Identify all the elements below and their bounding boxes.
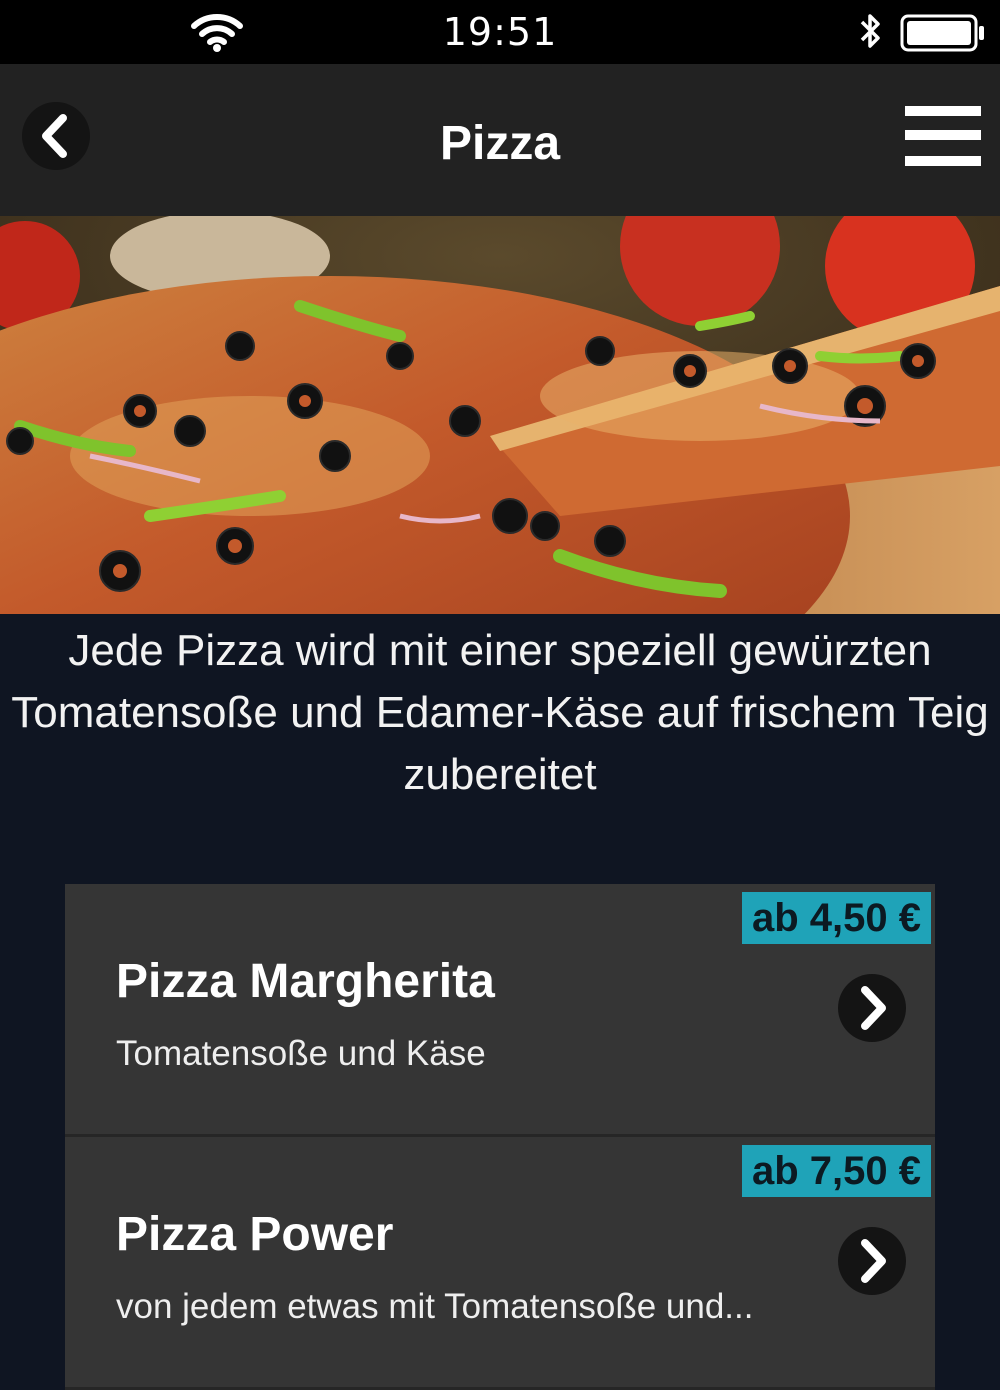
list-item[interactable]: ab 4,50 € Pizza Margherita Tomatensoße u… <box>65 884 935 1137</box>
status-time: 19:51 <box>442 10 558 54</box>
item-description: Tomatensoße und Käse <box>116 1034 486 1073</box>
hamburger-menu-icon <box>905 106 981 116</box>
chevron-right-icon <box>861 986 886 1030</box>
chevron-right-icon <box>861 1239 886 1283</box>
product-list: ab 4,50 € Pizza Margherita Tomatensoße u… <box>65 884 935 1390</box>
pizza-photo <box>0 216 1000 614</box>
nav-bar: Pizza <box>0 64 1000 216</box>
list-item[interactable]: ab 7,50 € Pizza Power von jedem etwas mi… <box>65 1137 935 1390</box>
item-description: von jedem etwas mit Tomatensoße und... <box>116 1287 754 1326</box>
page-title: Pizza <box>439 117 561 170</box>
price-badge: ab 4,50 € <box>741 892 931 944</box>
battery-icon <box>900 14 984 52</box>
item-detail-button[interactable] <box>838 1227 906 1295</box>
price-badge: ab 7,50 € <box>741 1145 931 1197</box>
item-title: Pizza Margherita <box>116 955 495 1008</box>
menu-button[interactable] <box>905 106 983 174</box>
item-detail-button[interactable] <box>838 974 906 1042</box>
intro-text: Jede Pizza wird mit einer speziell gewür… <box>11 626 989 799</box>
item-title: Pizza Power <box>116 1208 394 1261</box>
status-bar: 19:51 <box>0 0 1000 64</box>
bluetooth-icon <box>860 14 880 48</box>
